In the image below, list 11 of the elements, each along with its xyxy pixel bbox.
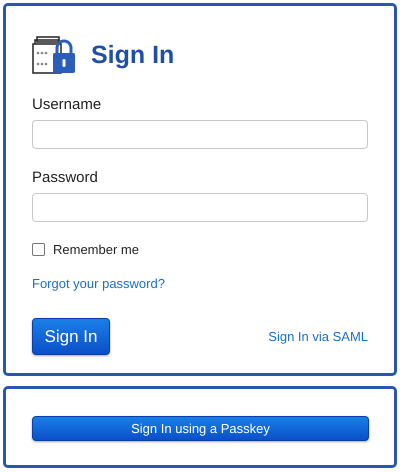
saml-link[interactable]: Sign In via SAML: [268, 329, 368, 344]
field-label: Username: [32, 96, 102, 113]
remember-checkbox[interactable]: [32, 242, 45, 256]
forgot-password-link[interactable]: Forgot your password?: [32, 276, 165, 291]
page-title: Sign In: [91, 40, 174, 70]
sign-in-button[interactable]: Sign In: [32, 318, 110, 355]
password-field[interactable]: [32, 193, 368, 222]
field-label: Password: [32, 169, 99, 186]
remember-label: Remember me: [53, 242, 139, 256]
passkey-button[interactable]: Sign In using a Passkey: [32, 416, 369, 441]
username-field[interactable]: [32, 120, 368, 149]
